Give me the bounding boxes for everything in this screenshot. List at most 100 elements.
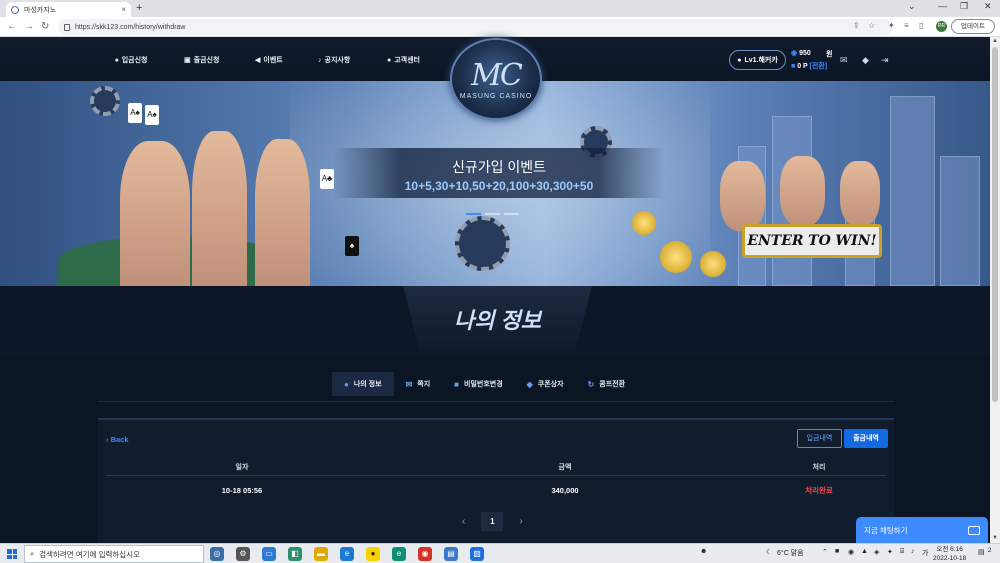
live-chat-button[interactable]: 지금 채팅하기 [856,517,988,544]
coupon-icon[interactable]: ◆ [862,55,869,66]
minimize-icon[interactable]: — [938,1,947,11]
system-clock[interactable]: 오전 6:16 2022-10-18 [933,545,966,563]
url-field[interactable]: https://skk123.com/history/withdraw [58,19,893,35]
lock-icon [64,23,70,31]
user-icon: ● [737,56,742,64]
playing-card-image: A♣ [320,169,334,189]
scroll-down-icon[interactable]: ▼ [992,535,998,541]
current-page[interactable]: 1 [481,512,504,531]
model-image [120,141,190,286]
network-icon[interactable]: ⌸ [900,548,904,556]
chevron-down-icon[interactable]: ⌄ [908,1,916,12]
edge-browser-icon[interactable]: e [340,547,354,561]
ime-icon[interactable]: 가 [922,548,928,558]
taskbar-search-input[interactable]: ⌕ 검색하려면 여기에 입력하십시오 [24,545,204,563]
restore-icon[interactable]: ❐ [960,1,968,12]
tray-app-icon[interactable]: ■ [835,548,839,555]
widgets-icon[interactable]: ◎ [210,547,224,561]
point-convert-link[interactable]: [전환] [810,63,828,70]
model-image [255,139,310,286]
windows-start-icon[interactable] [7,549,17,559]
next-page-icon[interactable]: › [519,516,522,527]
spade-icon: ♠ [115,56,119,64]
update-button[interactable]: 업데이트 [951,19,995,34]
star-icon[interactable]: ☆ [868,21,875,30]
tab-label: 비밀번호변경 [464,381,503,388]
tray-app-icon[interactable]: ✦ [887,548,893,556]
column-header-amount: 금액 [558,463,572,471]
tab-comp-convert[interactable]: ↻ 콤프전환 [576,372,637,396]
photos-icon[interactable]: ▨ [470,547,484,561]
people-icon[interactable]: ☻ [700,548,707,555]
settings-gear-icon[interactable]: ⚙ [236,547,250,561]
character-image [780,156,825,226]
balance-amount: 950 [799,50,811,57]
messages-icon[interactable]: ✉ [840,55,848,66]
user-level-button[interactable]: ● Lv1.해커카 [729,50,786,70]
tray-app-icon[interactable]: ◈ [874,548,879,556]
reading-list-icon[interactable]: ≡ [904,21,909,30]
slide-dot[interactable] [504,213,519,215]
folder-icon[interactable]: ▬ [314,547,328,561]
menu-event[interactable]: ◀ 이벤트 [255,55,283,65]
menu-notice[interactable]: ♪ 공지사항 [318,55,350,65]
app-icon[interactable]: ◧ [288,547,302,561]
menu-support[interactable]: ● 고객센터 [387,55,420,65]
edge-dev-icon[interactable]: e [392,547,406,561]
scroll-up-icon[interactable]: ▲ [992,38,998,44]
forward-arrow-icon[interactable]: → [24,21,34,32]
table-header: 일자 금액 처리 [106,458,886,476]
back-arrow-icon[interactable]: ← [7,21,17,32]
prev-page-icon[interactable]: ‹ [462,516,465,527]
menu-deposit[interactable]: ♠ 입금신청 [115,55,147,65]
app-icon[interactable]: ▭ [262,547,276,561]
menu-withdraw[interactable]: ▣ 출금신청 [184,55,219,65]
address-bar: ← → ↻ https://skk123.com/history/withdra… [0,17,1000,37]
profile-avatar[interactable]: RR [936,21,947,32]
chat-bubble-icon [968,526,980,535]
megaphone-icon: ◀ [255,57,261,64]
page-scrollbar[interactable]: ▲ ▼ [990,37,1000,543]
side-panel-icon[interactable]: ▯ [919,21,923,30]
tab-messages[interactable]: ✉ 쪽지 [394,372,443,396]
menu-notice-label: 공지사항 [324,57,351,64]
close-window-icon[interactable]: ✕ [984,1,992,12]
character-image [720,161,765,231]
tab-coupon-box[interactable]: ◆ 쿠폰상자 [515,372,576,396]
app-icon[interactable]: ▤ [444,547,458,561]
new-tab-button[interactable]: + [136,2,142,14]
chrome-icon[interactable]: ◉ [418,547,432,561]
slot-machine-image: ENTER TO WIN! [742,224,882,258]
deposit-history-button[interactable]: 입금내역 [797,429,842,448]
back-link[interactable]: ‹ Back [106,435,129,444]
browser-tab[interactable]: 마성카지노 × [6,2,131,17]
tag-icon: ◆ [526,379,533,389]
point-line: ■ 0 P [전환] [791,61,827,71]
gold-coin-image [700,251,726,277]
tab-my-info[interactable]: ● 나의 정보 [332,372,394,396]
tray-app-icon[interactable]: ▲ [861,548,868,555]
close-tab-icon[interactable]: × [121,5,126,14]
withdraw-history-button[interactable]: 출금내역 [844,429,888,448]
extensions-icon[interactable]: ✦ [888,21,895,30]
share-icon[interactable]: ⇪ [853,21,860,30]
tab-change-password[interactable]: ■ 비밀번호변경 [442,372,514,396]
talk-app-icon[interactable]: ● [366,547,380,561]
notification-icon[interactable]: ▤ [978,548,985,556]
scrollbar-thumb[interactable] [992,47,998,402]
tray-app-icon[interactable]: ◉ [848,548,854,556]
reload-icon[interactable]: ↻ [41,21,49,32]
casino-chip-image [90,86,120,116]
casino-chip-image [455,216,510,271]
logout-icon[interactable]: ⇥ [881,55,889,66]
site-favicon-icon [11,5,19,14]
divider [98,401,894,402]
lock-icon: ■ [454,379,459,389]
site-logo[interactable]: MC MASUNG CASINO [450,38,542,120]
weather-text[interactable]: 6°C 맑음 [777,548,804,558]
slide-dot[interactable] [466,213,481,215]
balance-line: ◉ 950 [791,49,811,57]
volume-icon[interactable]: ♪ [911,548,915,555]
tray-chevron-icon[interactable]: ⌃ [822,548,828,556]
slide-dot[interactable] [485,213,500,215]
